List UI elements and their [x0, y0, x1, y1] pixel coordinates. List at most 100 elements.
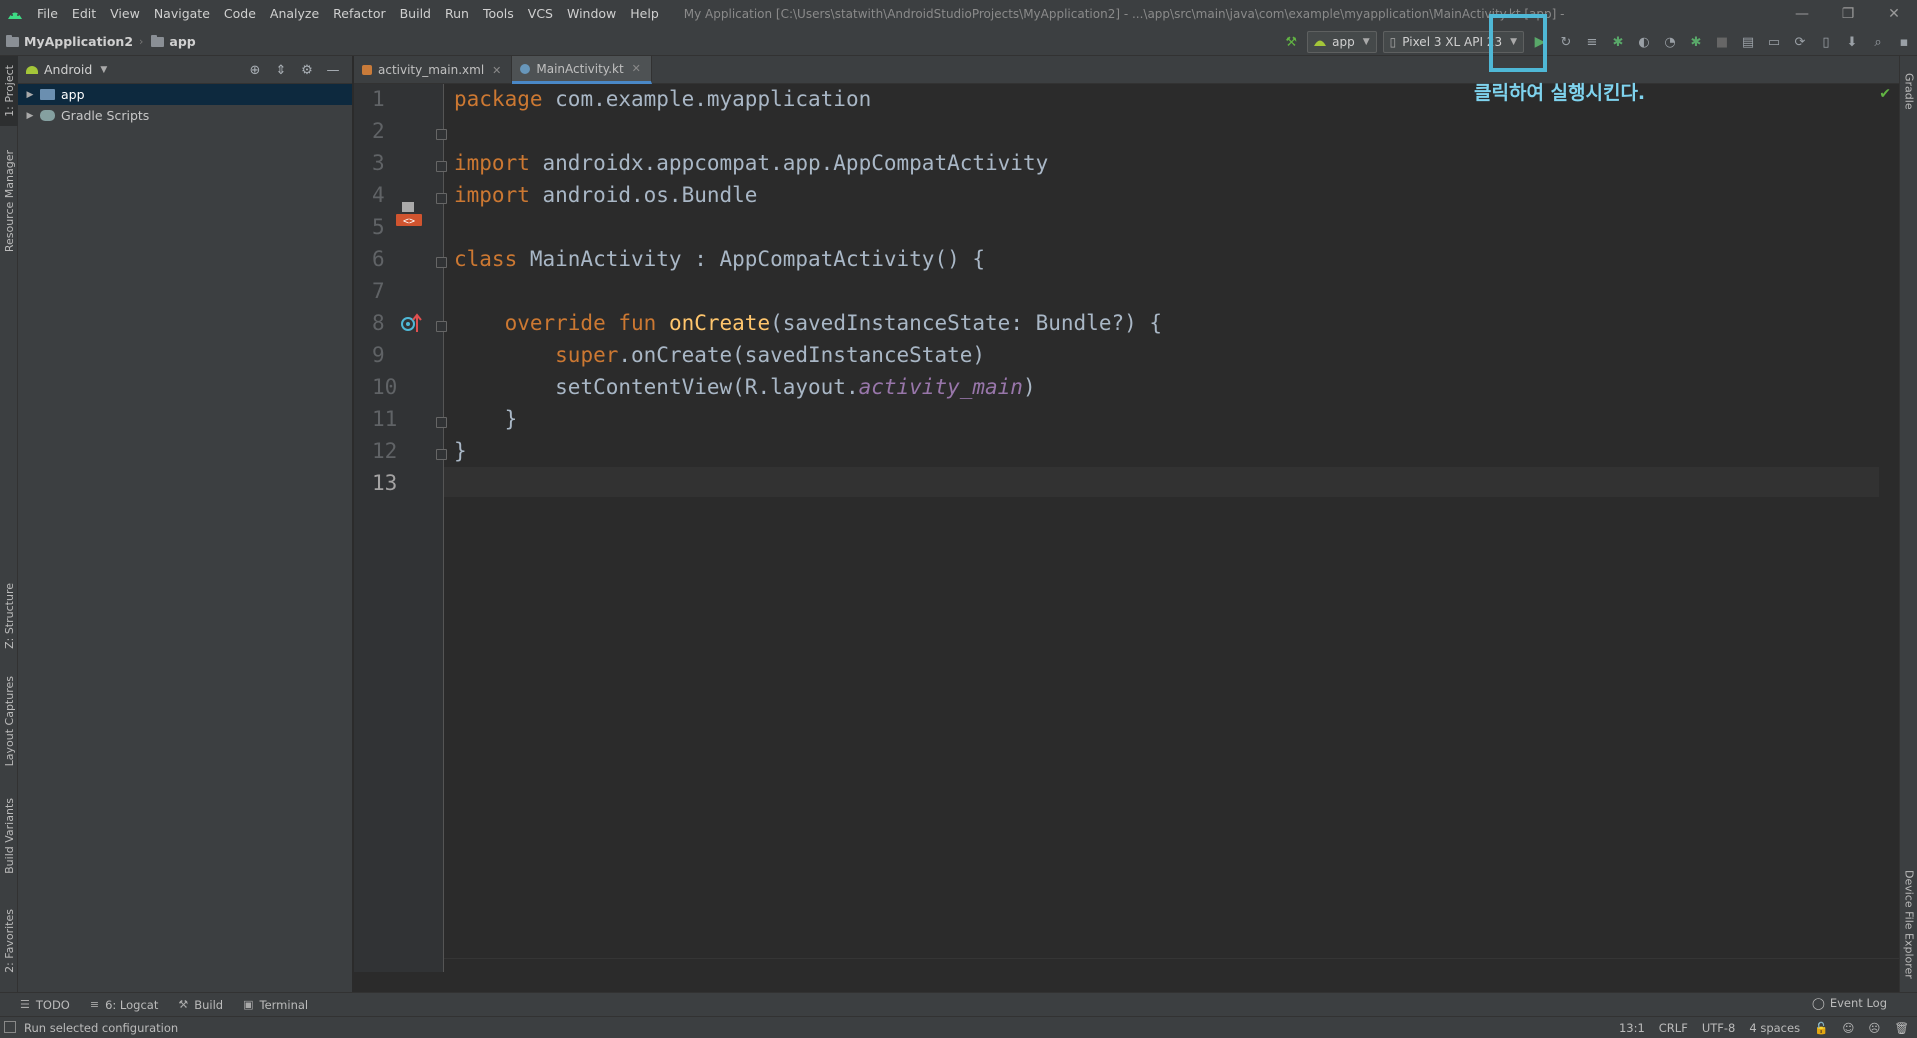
stop-icon[interactable]: ■: [1709, 29, 1735, 55]
tree-item-app[interactable]: ▶ app: [18, 84, 352, 105]
menu-navigate[interactable]: Navigate: [147, 0, 217, 28]
collapse-all-icon[interactable]: ⇕: [268, 60, 294, 80]
chevron-down-icon[interactable]: ▼: [100, 65, 107, 75]
profile-icon[interactable]: ◔: [1657, 29, 1683, 55]
close-tab-icon[interactable]: ✕: [492, 64, 501, 77]
code-keyword: super: [555, 343, 619, 367]
fold-marker-icon[interactable]: [436, 193, 447, 204]
device-label: Pixel 3 XL API 23: [1402, 35, 1503, 49]
tool-event-log[interactable]: ◯ Event Log: [1812, 996, 1887, 1010]
gear-icon[interactable]: ⚙: [294, 60, 320, 80]
project-view-selector[interactable]: Android: [44, 62, 92, 77]
code-keyword: override fun: [504, 311, 657, 335]
tool-tab-resource-manager[interactable]: Resource Manager: [0, 136, 18, 266]
main-toolbar: ⚒ app ▼ ▯ Pixel 3 XL API 23 ▼ ▶ ↻ ≡ ✱ ◐ …: [1278, 28, 1917, 56]
tool-tab-favorites[interactable]: 2: Favorites: [0, 896, 18, 986]
make-project-hammer-icon[interactable]: ⚒: [1278, 29, 1304, 55]
status-indicators: 13:1 CRLF UTF-8 4 spaces 🔓 ☺ ☹ 🗑: [1605, 1017, 1909, 1038]
code-text: (savedInstanceState: Bundle?) {: [770, 311, 1163, 335]
feedback-icon[interactable]: ☹: [1868, 1021, 1880, 1035]
search-icon[interactable]: ⌕: [1865, 29, 1891, 55]
menu-refactor[interactable]: Refactor: [326, 0, 392, 28]
trash-icon[interactable]: 🗑: [1894, 1021, 1909, 1035]
indent-setting[interactable]: 4 spaces: [1749, 1021, 1800, 1035]
module-folder-icon: [40, 89, 55, 100]
lock-icon[interactable]: 🔓: [1814, 1021, 1828, 1035]
code-editor[interactable]: 1 2 3 4 5 6 7 8 9 10 11 12 13 <> package…: [354, 84, 1899, 972]
menu-vcs[interactable]: VCS: [521, 0, 560, 28]
tool-windows-icon[interactable]: [4, 1021, 16, 1033]
code-text: }: [454, 439, 467, 463]
tool-build[interactable]: ⚒ Build: [178, 998, 223, 1012]
file-encoding[interactable]: UTF-8: [1702, 1021, 1736, 1035]
menu-window[interactable]: Window: [560, 0, 623, 28]
fold-marker-icon[interactable]: [436, 449, 447, 460]
fold-marker-icon[interactable]: [436, 161, 447, 172]
inspector-icon[interactable]: ☺: [1842, 1021, 1854, 1035]
attach-debugger-icon[interactable]: ✱: [1683, 29, 1709, 55]
breadcrumb-project[interactable]: MyApplication2: [6, 34, 133, 49]
code-function-name: onCreate: [668, 311, 771, 335]
account-icon[interactable]: ▪: [1891, 29, 1917, 55]
debug-icon[interactable]: ✱: [1605, 29, 1631, 55]
sdk-manager-icon[interactable]: ⬇: [1839, 29, 1865, 55]
breadcrumb-module[interactable]: app: [151, 34, 196, 49]
menu-build[interactable]: Build: [393, 0, 438, 28]
run-with-coverage-icon[interactable]: ◐: [1631, 29, 1657, 55]
expand-arrow-icon[interactable]: ▶: [22, 111, 38, 121]
menu-edit[interactable]: Edit: [65, 0, 103, 28]
android-icon: [1314, 40, 1327, 46]
tab-main-activity-kt[interactable]: MainActivity.kt ✕: [512, 56, 652, 84]
right-tool-strip: Gradle Device File Explorer: [1899, 56, 1917, 992]
tab-activity-main-xml[interactable]: activity_main.xml ✕: [354, 56, 513, 84]
avd-manager-icon[interactable]: ▯: [1813, 29, 1839, 55]
main-menu: File Edit View Navigate Code Analyze Ref…: [30, 0, 666, 28]
fold-marker-icon[interactable]: [436, 417, 447, 428]
status-bar: Run selected configuration 13:1 CRLF UTF…: [0, 1016, 1917, 1038]
tool-tab-device-file-explorer[interactable]: Device File Explorer: [1900, 856, 1917, 992]
menu-run[interactable]: Run: [438, 0, 476, 28]
locate-icon[interactable]: ⊕: [242, 60, 268, 80]
tool-tab-layout-captures[interactable]: Layout Captures: [0, 666, 18, 776]
close-icon[interactable]: ✕: [1871, 0, 1917, 28]
tool-todo[interactable]: ☰ TODO: [20, 998, 70, 1012]
tool-logcat[interactable]: ≡ 6: Logcat: [90, 998, 159, 1012]
close-tab-icon[interactable]: ✕: [632, 62, 641, 75]
menu-analyze[interactable]: Analyze: [263, 0, 326, 28]
run-config-selector[interactable]: app ▼: [1307, 31, 1377, 53]
code-resource-ref: activity_main: [858, 375, 1023, 399]
menu-tools[interactable]: Tools: [476, 0, 521, 28]
tool-tab-build-variants[interactable]: Build Variants: [0, 786, 18, 886]
hide-panel-icon[interactable]: —: [320, 60, 346, 80]
layout-inspector-icon[interactable]: ▭: [1761, 29, 1787, 55]
override-method-gutter-icon[interactable]: [400, 312, 422, 334]
line-number: 2: [372, 119, 385, 143]
fold-marker-icon[interactable]: [436, 129, 447, 140]
menu-help[interactable]: Help: [623, 0, 666, 28]
tool-terminal[interactable]: ▣ Terminal: [243, 998, 308, 1012]
caret-position[interactable]: 13:1: [1619, 1021, 1645, 1035]
layout-preview-gutter-icon[interactable]: <>: [396, 202, 422, 226]
menu-view[interactable]: View: [103, 0, 147, 28]
apply-code-changes-icon[interactable]: ≡: [1579, 29, 1605, 55]
code-text: setContentView(R.layout.: [555, 375, 859, 399]
project-structure-icon[interactable]: ▤: [1735, 29, 1761, 55]
horizontal-scrollbar[interactable]: [444, 958, 1899, 972]
minimize-icon[interactable]: —: [1779, 0, 1825, 28]
menu-code[interactable]: Code: [217, 0, 263, 28]
line-separator[interactable]: CRLF: [1659, 1021, 1688, 1035]
fold-marker-icon[interactable]: [436, 257, 447, 268]
tool-tab-gradle[interactable]: Gradle: [1900, 56, 1917, 126]
code-keyword: import: [454, 151, 530, 175]
menu-file[interactable]: File: [30, 0, 65, 28]
apply-changes-icon[interactable]: ↻: [1553, 29, 1579, 55]
tool-tab-project[interactable]: 1: Project: [0, 56, 18, 126]
restore-icon[interactable]: ❐: [1825, 0, 1871, 28]
tree-item-gradle-scripts[interactable]: ▶ Gradle Scripts: [18, 105, 352, 126]
tool-tab-structure[interactable]: Z: Structure: [0, 576, 18, 656]
fold-marker-icon[interactable]: [436, 321, 447, 332]
sync-gradle-icon[interactable]: ⟳: [1787, 29, 1813, 55]
expand-arrow-icon[interactable]: ▶: [22, 90, 38, 100]
code-text: androidx.appcompat.app.AppCompatActivity: [529, 151, 1049, 175]
no-problems-check-icon[interactable]: ✔: [1879, 86, 1891, 102]
